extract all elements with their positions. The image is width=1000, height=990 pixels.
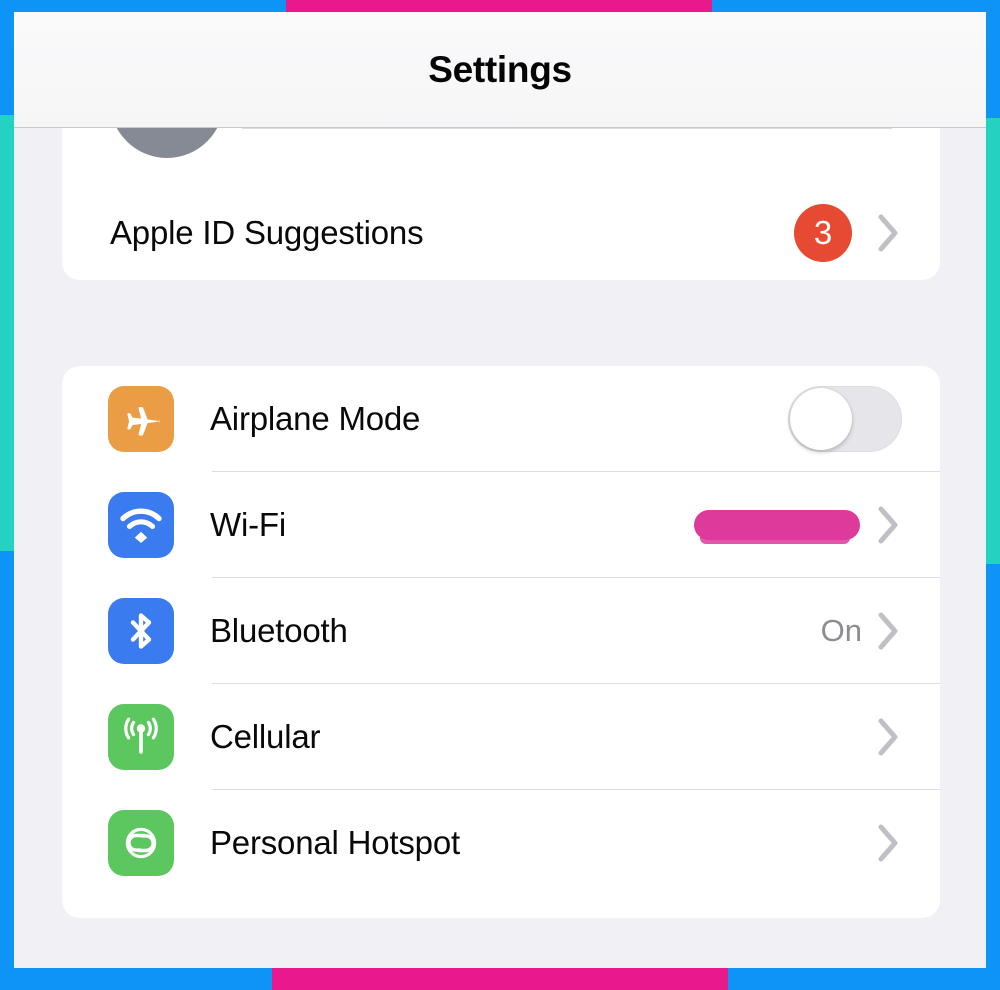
bluetooth-status-value: On [820, 613, 862, 648]
apple-id-suggestions-card: Apple ID Suggestions 3 [62, 180, 940, 280]
frame-bottom-blue-left [0, 968, 272, 990]
hotspot-link-icon [108, 810, 174, 876]
status-badge: 3 [794, 204, 852, 262]
navigation-bar: Settings [14, 12, 986, 128]
chevron-right-icon [878, 823, 900, 863]
frame-left-teal [0, 115, 14, 551]
frame-bottom-blue-right [728, 968, 1000, 990]
chevron-right-icon [878, 505, 900, 545]
chevron-right-icon [878, 717, 900, 757]
wifi-label: Wi-Fi [210, 506, 286, 543]
airplane-icon [108, 386, 174, 452]
frame-top-blue-left [0, 0, 286, 12]
page-title: Settings [428, 48, 572, 90]
frame-right-blue-top [986, 0, 1000, 118]
bluetooth-icon [108, 598, 174, 664]
list-item-personal-hotspot[interactable]: Personal Hotspot [62, 790, 940, 896]
profile-separator [242, 128, 892, 129]
cellular-label: Cellular [210, 718, 321, 755]
apple-id-suggestions-label: Apple ID Suggestions [110, 214, 424, 251]
connectivity-card: Airplane Mode Wi-Fi Bluetooth On Cellula… [62, 366, 940, 918]
chevron-right-icon [878, 213, 900, 253]
toggle-knob [790, 388, 852, 450]
cellular-antenna-icon [108, 704, 174, 770]
screenshot-root: Settings Apple ID Suggestions 3 Airplane… [0, 0, 1000, 990]
frame-top-magenta [286, 0, 712, 12]
list-item-airplane-mode[interactable]: Airplane Mode [62, 366, 940, 472]
frame-left-blue-bottom [0, 551, 14, 990]
settings-app-content: Settings Apple ID Suggestions 3 Airplane… [14, 12, 986, 968]
list-item-bluetooth[interactable]: Bluetooth On [62, 578, 940, 684]
frame-bottom-magenta [272, 968, 728, 990]
airplane-mode-toggle[interactable] [788, 386, 902, 452]
wifi-icon [108, 492, 174, 558]
list-item[interactable]: Apple ID Suggestions 3 [62, 180, 940, 286]
chevron-right-icon [878, 611, 900, 651]
frame-right-blue-bottom [986, 564, 1000, 990]
settings-scroll-view[interactable]: Apple ID Suggestions 3 Airplane Mode Wi-… [14, 44, 986, 968]
redaction-mark-wifi-network [694, 510, 860, 544]
frame-left-blue-top [0, 0, 14, 115]
bluetooth-label: Bluetooth [210, 612, 348, 649]
frame-right-teal [986, 118, 1000, 564]
frame-top-blue-right [712, 0, 1000, 12]
personal-hotspot-label: Personal Hotspot [210, 824, 460, 861]
airplane-mode-label: Airplane Mode [210, 400, 421, 437]
list-item-cellular[interactable]: Cellular [62, 684, 940, 790]
list-item-wifi[interactable]: Wi-Fi [62, 472, 940, 578]
